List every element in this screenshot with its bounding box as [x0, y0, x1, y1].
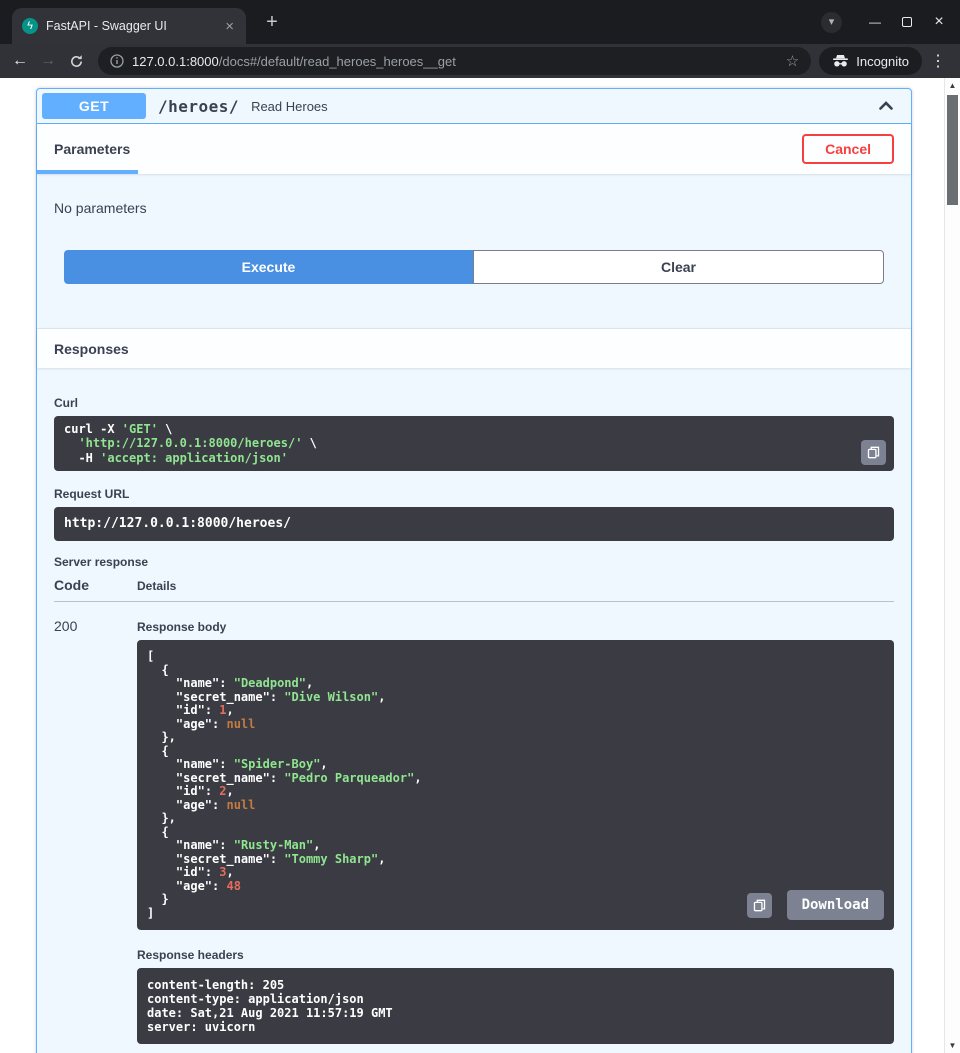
status-code: 200: [54, 618, 137, 1044]
incognito-icon: [832, 54, 849, 68]
collapse-arrow-button[interactable]: [876, 96, 896, 116]
page-content: GET /heroes/ Read Heroes Parameters Canc…: [0, 78, 944, 1053]
forward-button[interactable]: →: [34, 52, 62, 70]
details-column-header: Details: [137, 579, 176, 593]
tab-close-icon[interactable]: ×: [223, 18, 236, 35]
no-parameters-text: No parameters: [37, 174, 911, 216]
execute-button[interactable]: Execute: [64, 250, 473, 284]
scrollbar-down-arrow[interactable]: ▼: [945, 1041, 960, 1050]
page-info-icon[interactable]: [110, 54, 124, 68]
url-text: 127.0.0.1:8000/docs#/default/read_heroes…: [132, 54, 456, 69]
copy-response-button[interactable]: [747, 893, 772, 918]
request-url-value: http://127.0.0.1:8000/heroes/: [64, 516, 884, 532]
code-column-header: Code: [54, 577, 137, 593]
browser-toolbar: ← → 127.0.0.1:8000/docs#/default/read_he…: [0, 44, 960, 78]
execute-button-group: Execute Clear: [37, 216, 911, 328]
opblock-get-heroes: GET /heroes/ Read Heroes Parameters Canc…: [36, 88, 912, 1053]
reload-icon: [69, 54, 84, 69]
operation-summary-header[interactable]: GET /heroes/ Read Heroes: [37, 89, 911, 124]
responses-section: Curl curl -X 'GET' \ 'http://127.0.0.1:8…: [37, 368, 911, 1053]
curl-command[interactable]: curl -X 'GET' \ 'http://127.0.0.1:8000/h…: [54, 416, 894, 471]
request-url-label: Request URL: [54, 487, 894, 501]
address-bar[interactable]: 127.0.0.1:8000/docs#/default/read_heroes…: [98, 47, 811, 75]
url-path: /docs#/default/read_heroes_heroes__get: [219, 54, 456, 69]
browser-menu-button[interactable]: ⋮: [922, 51, 954, 71]
tab-strip: ϟ FastAPI - Swagger UI × + ▾ — ×: [0, 0, 960, 44]
copy-icon: [753, 899, 766, 912]
tab-parameters: Parameters: [37, 124, 138, 174]
browser-tab[interactable]: ϟ FastAPI - Swagger UI ×: [12, 8, 246, 44]
tab-title: FastAPI - Swagger UI: [46, 19, 215, 33]
minimize-button[interactable]: —: [862, 0, 888, 44]
maximize-button[interactable]: [894, 0, 920, 44]
maximize-icon: [902, 17, 912, 27]
tab-search-button[interactable]: ▾: [821, 12, 842, 33]
copy-icon: [867, 446, 880, 459]
copy-curl-button[interactable]: [861, 440, 886, 465]
response-body-block[interactable]: [ { "name": "Deadpond", "secret_name": "…: [137, 640, 894, 930]
url-host: 127.0.0.1:8000: [132, 54, 219, 69]
back-button[interactable]: ←: [6, 52, 34, 70]
chevron-up-icon: [876, 96, 896, 116]
fastapi-favicon-icon: ϟ: [22, 18, 38, 34]
scrollbar-thumb[interactable]: [947, 95, 958, 205]
operation-summary: Read Heroes: [251, 99, 328, 114]
response-table-header: Code Details: [54, 577, 894, 602]
page-scrollbar[interactable]: ▲ ▼: [944, 78, 960, 1053]
cancel-button[interactable]: Cancel: [802, 134, 894, 164]
curl-label: Curl: [54, 396, 894, 410]
incognito-label: Incognito: [856, 54, 909, 69]
new-tab-button[interactable]: +: [260, 11, 284, 35]
response-headers-code: content-length: 205 content-type: applic…: [147, 978, 884, 1034]
response-body-controls: Download: [747, 890, 884, 920]
server-response-table: Code Details 200 Response body [ { "name…: [54, 577, 894, 1044]
incognito-badge: Incognito: [819, 47, 922, 75]
curl-command-code[interactable]: curl -X 'GET' \ 'http://127.0.0.1:8000/h…: [64, 422, 884, 465]
download-button[interactable]: Download: [787, 890, 884, 920]
response-body-label: Response body: [137, 620, 894, 634]
parameters-section-header: Parameters Cancel: [37, 124, 911, 174]
window-close-button[interactable]: ×: [926, 0, 952, 44]
response-headers-block: content-length: 205 content-type: applic…: [137, 968, 894, 1044]
operation-path: /heroes/: [158, 97, 239, 116]
bookmark-star-icon[interactable]: ☆: [786, 52, 799, 70]
request-url-block: http://127.0.0.1:8000/heroes/: [54, 507, 894, 541]
response-row-200: 200 Response body [ { "name": "Deadpond"…: [54, 602, 894, 1044]
responses-section-title: Responses: [37, 328, 911, 368]
reload-button[interactable]: [62, 54, 90, 69]
method-badge[interactable]: GET: [42, 93, 146, 119]
response-body-code[interactable]: [ { "name": "Deadpond", "secret_name": "…: [147, 650, 884, 920]
response-headers-label: Response headers: [137, 948, 894, 962]
scrollbar-up-arrow[interactable]: ▲: [945, 81, 960, 90]
response-details: Response body [ { "name": "Deadpond", "s…: [137, 618, 894, 1044]
server-response-label: Server response: [54, 555, 894, 569]
clear-button[interactable]: Clear: [473, 250, 884, 284]
